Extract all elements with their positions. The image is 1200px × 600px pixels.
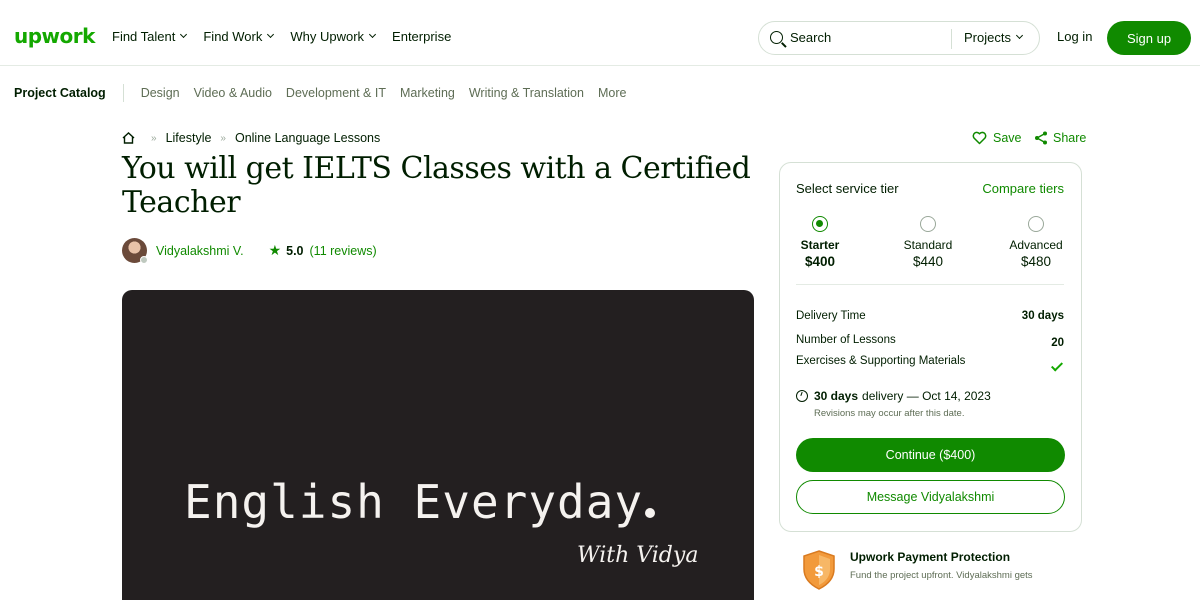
card-divider [796, 284, 1064, 285]
status-dot [140, 256, 148, 264]
spec-delivery-time: Delivery Time 30 days [796, 310, 1064, 322]
spec-label: Delivery Time [796, 310, 866, 322]
nav-label: Why Upwork [290, 29, 365, 44]
star-icon: ★ [268, 242, 282, 258]
login-link[interactable]: Log in [1057, 29, 1092, 44]
reviews-link[interactable]: (11 reviews) [310, 244, 377, 258]
gallery-dot [645, 508, 656, 518]
share-label: Share [1053, 131, 1087, 145]
signup-button[interactable]: Sign up [1107, 21, 1191, 55]
chevron-down-icon [267, 30, 275, 39]
protection-title: Upwork Payment Protection [850, 550, 1011, 564]
tier-advanced[interactable]: Advanced $480 [996, 216, 1076, 269]
breadcrumb: » Lifestyle » Online Language Lessons [122, 131, 380, 145]
tier-starter[interactable]: Starter $400 [780, 216, 860, 269]
tier-price: $480 [1020, 254, 1052, 269]
subnav-item-video-audio[interactable]: Video & Audio [194, 86, 272, 100]
catalog-subnav: Project Catalog Design Video & Audio Dev… [14, 84, 640, 102]
breadcrumb-online-language-lessons[interactable]: Online Language Lessons [235, 131, 380, 145]
chevron-down-icon [180, 30, 188, 39]
nav-label: Find Work [203, 29, 263, 44]
subnav-item-writing-translation[interactable]: Writing & Translation [469, 86, 584, 100]
main-nav: Find Talent Find Work Why Upwork Enterpr… [112, 29, 468, 44]
heart-icon [972, 131, 987, 145]
seller-name-link[interactable]: Vidyalakshmi V. [156, 244, 244, 258]
tier-name: Starter [800, 238, 840, 252]
tier-name: Advanced [1009, 238, 1063, 252]
save-button[interactable]: Save [972, 131, 1022, 145]
save-label: Save [993, 131, 1022, 145]
subnav-divider [122, 84, 124, 102]
continue-button[interactable]: Continue ($400) [796, 438, 1065, 472]
subnav-item-design[interactable]: Design [141, 86, 180, 100]
protection-text: Fund the project upfront. Vidyalakshmi g… [850, 570, 1033, 581]
card-heading: Select service tier [796, 181, 899, 196]
spec-value: 20 [1051, 337, 1064, 349]
service-tier-card: Select service tier Compare tiers Starte… [779, 162, 1082, 532]
search-input[interactable] [790, 30, 940, 45]
gallery-title-text: English Everyday [184, 475, 644, 529]
tier-price: $440 [912, 254, 944, 269]
chevron-down-icon [369, 30, 377, 39]
search-scope-dropdown[interactable]: Projects [964, 30, 1024, 45]
project-gallery-image[interactable]: English Everyday With Vidya [122, 290, 754, 600]
tier-selector: Starter $400 Standard $440 Advanced $480 [796, 216, 1064, 284]
compare-tiers-link[interactable]: Compare tiers [982, 181, 1064, 196]
share-button[interactable]: Share [1034, 131, 1086, 145]
tier-name: Standard [903, 238, 953, 252]
subnav-item-more[interactable]: More [598, 86, 626, 100]
search-divider [951, 29, 952, 49]
tier-radio[interactable] [812, 216, 828, 232]
share-icon [1035, 131, 1047, 145]
spec-number-of-lessons: Number of Lessons 20 [796, 334, 1064, 349]
tier-price: $400 [804, 254, 836, 269]
message-seller-button[interactable]: Message Vidyalakshmi [796, 480, 1065, 514]
nav-enterprise[interactable]: Enterprise [392, 29, 451, 44]
delivery-days: 30 days [814, 389, 859, 403]
rating-value: 5.0 [286, 243, 304, 258]
nav-why-upwork[interactable]: Why Upwork [290, 29, 377, 44]
clock-icon [796, 390, 808, 402]
tier-standard[interactable]: Standard $440 [888, 216, 968, 269]
subnav-item-marketing[interactable]: Marketing [400, 86, 455, 100]
delivery-estimate: 30 days delivery — Oct 14, 2023 [796, 389, 991, 403]
spec-value: 30 days [1021, 310, 1064, 322]
tier-radio[interactable] [920, 216, 936, 232]
nav-find-talent[interactable]: Find Talent [112, 29, 188, 44]
upwork-logo[interactable]: upwork [14, 24, 95, 48]
spec-exercises-materials: Exercises & Supporting Materials [796, 355, 1064, 372]
shield-dollar-icon: $ [803, 550, 835, 590]
card-header: Select service tier Compare tiers [796, 181, 1064, 196]
svg-text:$: $ [814, 564, 824, 580]
spec-label: Number of Lessons [796, 334, 896, 346]
nav-label: Enterprise [392, 29, 452, 44]
check-icon [1050, 359, 1064, 372]
search-scope-label: Projects [964, 30, 1011, 45]
seller-info: Vidyalakshmi V. ★ 5.0 (11 reviews) [122, 238, 377, 264]
nav-find-work[interactable]: Find Work [203, 29, 275, 44]
delivery-date: delivery — Oct 14, 2023 [862, 389, 991, 403]
breadcrumb-separator: » [220, 132, 226, 144]
home-icon[interactable] [122, 132, 135, 144]
spec-label: Exercises & Supporting Materials [796, 355, 966, 367]
search-icon [770, 31, 783, 44]
gallery-title: English Everyday [184, 475, 656, 529]
breadcrumb-lifestyle[interactable]: Lifestyle [166, 131, 212, 145]
gallery-subtitle: With Vidya [577, 543, 699, 568]
revisions-note: Revisions may occur after this date. [814, 408, 965, 419]
breadcrumb-separator: » [151, 132, 157, 144]
project-catalog-link[interactable]: Project Catalog [14, 86, 106, 100]
subnav-item-development-it[interactable]: Development & IT [286, 86, 386, 100]
chevron-down-icon [1015, 31, 1024, 40]
tier-radio[interactable] [1028, 216, 1044, 232]
avatar[interactable] [122, 238, 148, 264]
top-nav-bar: upwork Find Talent Find Work Why Upwork … [0, 0, 1200, 66]
payment-protection: $ Upwork Payment Protection Fund the pro… [802, 550, 1082, 600]
search-bar: Projects [758, 21, 1040, 55]
nav-label: Find Talent [112, 29, 176, 44]
page-title: You will get IELTS Classes with a Certif… [122, 151, 751, 220]
